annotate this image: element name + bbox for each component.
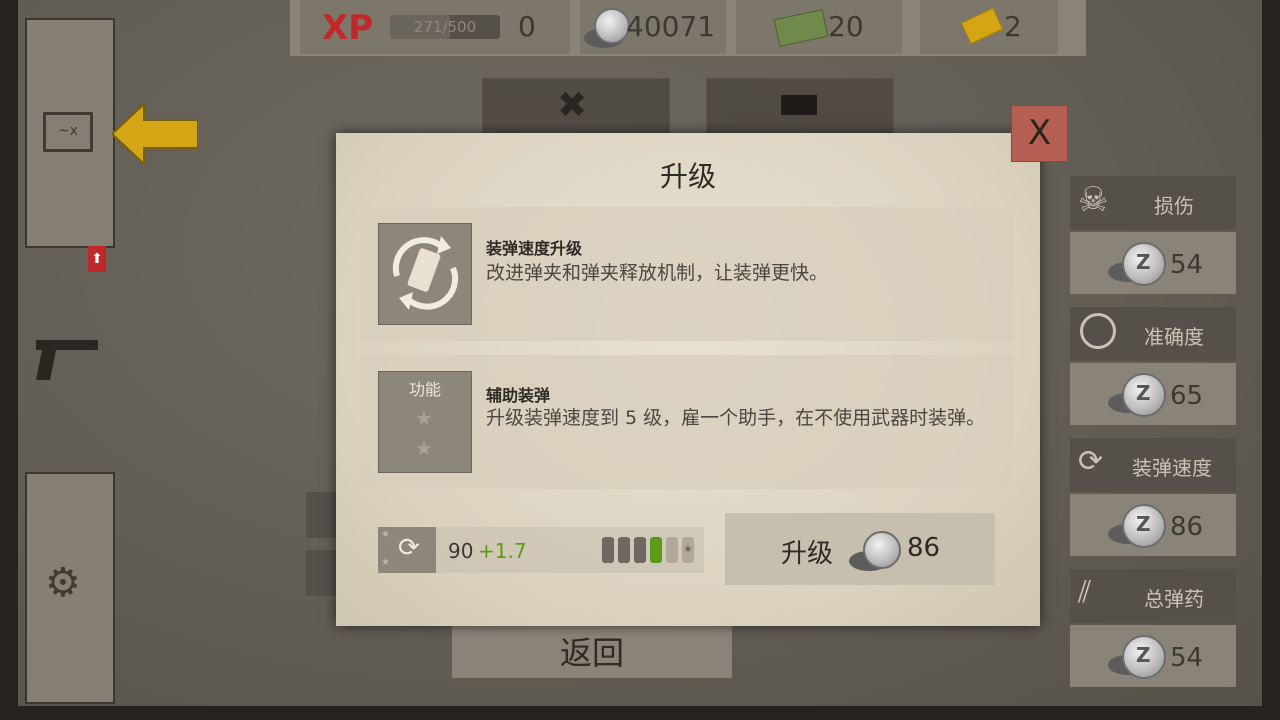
pistol-icon[interactable] — [32, 336, 102, 382]
back-button-label: 返回 — [559, 634, 624, 672]
stat-accuracy-value: 65 — [1170, 381, 1204, 411]
side-slot-1[interactable] — [306, 492, 336, 538]
level-pip — [634, 537, 646, 563]
stat-damage-label: 损伤 — [1154, 194, 1194, 218]
level-pip — [618, 537, 630, 563]
stat-damage-cost: Z 54 — [1070, 232, 1236, 294]
stat-ammo-value: 54 — [1170, 643, 1204, 673]
xp-panel: XP 271/500 0 — [300, 0, 570, 54]
level-pip — [602, 537, 614, 563]
upgrade-card-description: 改进弹夹和弹夹释放机制，让装弹更快。 — [486, 262, 829, 284]
gear-icon: ⚙ — [45, 560, 81, 606]
top-bar: XP 271/500 0 40071 20 2 — [290, 0, 1086, 56]
reload-icon: ⟳ — [398, 533, 420, 563]
feature-tile: 功能 ★ ★ — [378, 371, 472, 473]
stat-reload-value: 86 — [1170, 512, 1204, 542]
stat-accuracy-label: 准确度 — [1144, 325, 1204, 349]
map-button[interactable]: ~x — [25, 18, 115, 248]
skull-icon: ☠ — [1078, 180, 1109, 220]
stat-ammo-header: ⫽ 总弹药 — [1070, 569, 1236, 623]
upgrade-card-reload-speed: 装弹速度升级 改进弹夹和弹夹释放机制，让装弹更快。 — [360, 207, 1014, 341]
upgrade-badge-icon: ⬆ — [88, 246, 106, 272]
stat-ammo-label: 总弹药 — [1144, 587, 1204, 611]
star-icon: ★ — [415, 436, 433, 460]
upgrade-button-label: 升级 — [781, 539, 834, 569]
xp-progress-bar: 271/500 — [390, 15, 500, 39]
stat-damage-value: 54 — [1170, 250, 1204, 280]
cash-panel: 20 — [736, 0, 902, 54]
reload-icon — [392, 236, 459, 310]
stat-bonus: +1.7 — [478, 539, 527, 563]
coins-panel: 40071 — [580, 0, 726, 54]
stat-damage-header: ☠ 损伤 — [1070, 176, 1236, 230]
stat-ammo-cost: Z 54 — [1070, 625, 1236, 687]
reload-icon: ⟳ — [1078, 444, 1104, 479]
back-button[interactable]: 返回 — [452, 626, 732, 678]
upgrade-modal: 升级 装弹速度升级 改进弹夹和弹夹释放机制，让装弹更快。 功能 ★ ★ 辅助装弹… — [336, 133, 1040, 626]
xp-value: 0 — [518, 10, 536, 43]
level-pip — [650, 537, 662, 563]
gold-bar-icon — [960, 7, 1004, 45]
upgrade-card-title: 装弹速度升级 — [486, 239, 583, 258]
stat-row: ★ ★ ⟳ 90 +1.7 ★ — [378, 527, 704, 573]
pistol-tab-icon — [781, 95, 817, 115]
feature-label: 功能 — [408, 380, 441, 399]
side-slot-2[interactable] — [306, 550, 336, 596]
ammo-icon: ⫽ — [1078, 575, 1092, 610]
tab-melee[interactable]: ✖ — [482, 78, 670, 136]
gold-panel: 2 — [920, 0, 1058, 54]
xp-progress-text: 271/500 — [413, 18, 477, 36]
stat-reload-header: ⟳ 装弹速度 — [1070, 438, 1236, 492]
cash-icon — [773, 9, 829, 47]
level-pip — [666, 537, 678, 563]
coin-icon — [584, 8, 630, 48]
map-icon: ~x — [43, 112, 93, 152]
star-icon: ★ — [381, 557, 390, 568]
crossed-knives-icon: ✖ — [557, 85, 588, 126]
stat-accuracy-cost: Z 65 — [1070, 363, 1236, 425]
star-icon: ★ — [415, 406, 433, 430]
reload-stat-tile: ★ ★ ⟳ — [378, 527, 436, 573]
upgrade-cost: 86 — [907, 533, 941, 563]
settings-button[interactable]: ⚙ — [25, 472, 115, 704]
modal-title: 升级 — [659, 160, 716, 193]
stat-reload-label: 装弹速度 — [1132, 456, 1212, 480]
stat-value: 90 — [448, 539, 474, 563]
level-pips: ★ — [602, 537, 698, 563]
gold-value: 2 — [1004, 10, 1022, 43]
reload-speed-tile — [378, 223, 472, 325]
upgrade-button[interactable]: 升级 86 — [725, 513, 995, 585]
arrow-left-icon — [110, 101, 199, 167]
upgrade-card-assisted-reload: 功能 ★ ★ 辅助装弹 升级装弹速度到 5 级，雇一个助手，在不使用武器时装弹。 — [360, 355, 1014, 489]
xp-label: XP — [322, 8, 374, 48]
tab-pistol[interactable] — [706, 78, 894, 136]
stat-reload-cost: Z 86 — [1070, 494, 1236, 556]
cash-value: 20 — [828, 10, 864, 43]
level-pip-star: ★ — [682, 537, 694, 563]
star-icon: ★ — [381, 529, 390, 540]
crosshair-icon — [1080, 313, 1116, 349]
stat-accuracy-header: 准确度 — [1070, 307, 1236, 361]
coins-value: 40071 — [626, 10, 716, 43]
upgrade-card-description: 升级装弹速度到 5 级，雇一个助手，在不使用武器时装弹。 — [486, 407, 986, 429]
close-button[interactable]: X — [1011, 105, 1068, 162]
